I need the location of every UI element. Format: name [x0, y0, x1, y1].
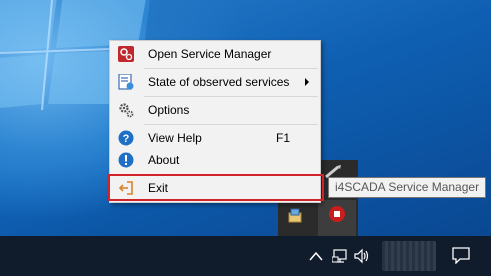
network-icon[interactable]: [332, 248, 350, 264]
info-icon: [118, 152, 134, 168]
notification-icon[interactable]: [452, 246, 470, 264]
shortcut-label: F1: [276, 131, 291, 145]
menu-item-options[interactable]: Options: [110, 98, 320, 122]
exit-highlight-frame: [108, 174, 324, 201]
gears-icon: [119, 103, 134, 118]
chevron-up-icon[interactable]: [309, 250, 323, 262]
help-icon: ?: [118, 130, 134, 146]
menu-item-label: Open Service Manager: [148, 47, 272, 61]
menu-item-label: About: [148, 153, 180, 167]
services-state-icon: [118, 74, 134, 90]
menu-separator: [144, 124, 318, 125]
menu-item-about[interactable]: About: [110, 148, 320, 172]
menu-separator: [144, 68, 318, 69]
menu-item-state-of-observed-services[interactable]: State of observed services: [110, 70, 320, 94]
clock[interactable]: [382, 241, 436, 271]
app-tray-icon[interactable]: [286, 206, 304, 224]
menu-item-view-help[interactable]: ? View Help F1: [110, 126, 320, 150]
volume-icon[interactable]: [354, 248, 372, 264]
stop-icon[interactable]: [329, 206, 345, 222]
svg-text:?: ?: [123, 133, 130, 145]
menu-item-label: Options: [148, 103, 190, 117]
menu-item-label: View Help: [148, 131, 202, 145]
menu-item-open-service-manager[interactable]: Open Service Manager: [110, 42, 320, 66]
submenu-arrow-icon: [305, 78, 309, 86]
service-manager-icon: [118, 46, 134, 62]
menu-item-label: State of observed services: [148, 75, 290, 89]
menu-separator: [144, 96, 318, 97]
tooltip: i4SCADA Service Manager: [328, 177, 487, 198]
